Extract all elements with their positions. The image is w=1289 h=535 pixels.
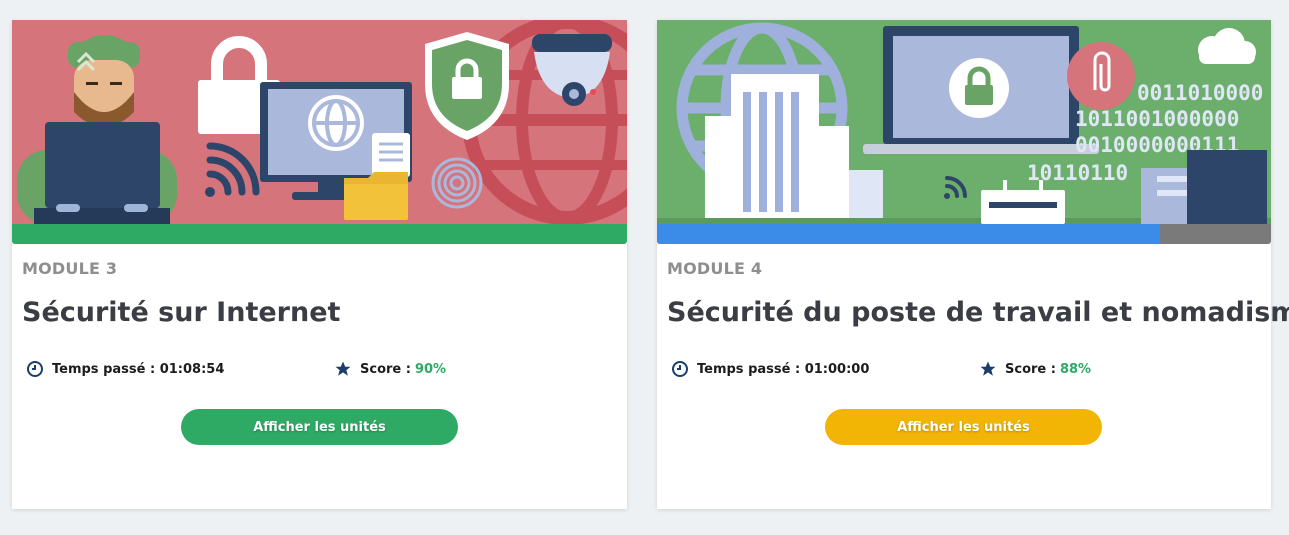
star-icon — [334, 360, 352, 378]
module-progress-bar — [12, 224, 627, 244]
star-icon — [979, 360, 997, 378]
module-title: Sécurité sur Internet — [22, 297, 341, 328]
time-label: Temps passé : — [697, 361, 801, 377]
module-card-4: 0011010000 1011001000000 0010000000111 1… — [657, 20, 1289, 509]
score-value: 90% — [414, 361, 447, 377]
time-spent: Temps passé : 01:08:54 — [26, 360, 224, 378]
module-label: MODULE 4 — [667, 259, 763, 278]
clock-icon — [26, 360, 44, 378]
time-value: 01:08:54 — [159, 361, 225, 377]
score-value: 88% — [1059, 361, 1092, 377]
module-title: Sécurité du poste de travail et nomadism… — [667, 297, 1289, 328]
module-progress-fill — [657, 224, 1161, 244]
module-label: MODULE 3 — [22, 259, 118, 278]
svg-text:1011001000000: 1011001000000 — [1075, 107, 1239, 131]
time-spent: Temps passé : 01:00:00 — [671, 360, 869, 378]
time-value: 01:00:00 — [804, 361, 870, 377]
time-label: Temps passé : — [52, 361, 156, 377]
score: Score : 90% — [334, 360, 446, 378]
laptop-lock-icon — [863, 26, 1099, 154]
module-card-3: MODULE 3 Sécurité sur Internet Temps pas… — [12, 20, 627, 509]
score-label: Score : — [360, 361, 411, 377]
module-banner-image — [12, 20, 627, 224]
score: Score : 88% — [979, 360, 1091, 378]
show-units-button[interactable]: Afficher les unités — [825, 409, 1102, 445]
paperclip-icon — [1067, 42, 1135, 110]
module-progress-bar — [657, 224, 1271, 244]
show-units-button[interactable]: Afficher les unités — [181, 409, 458, 445]
score-label: Score : — [1005, 361, 1056, 377]
module-banner-image: 0011010000 1011001000000 0010000000111 1… — [657, 20, 1271, 224]
module-progress-fill — [12, 224, 627, 244]
svg-text:0011010000: 0011010000 — [1137, 81, 1263, 105]
clock-icon — [671, 360, 689, 378]
